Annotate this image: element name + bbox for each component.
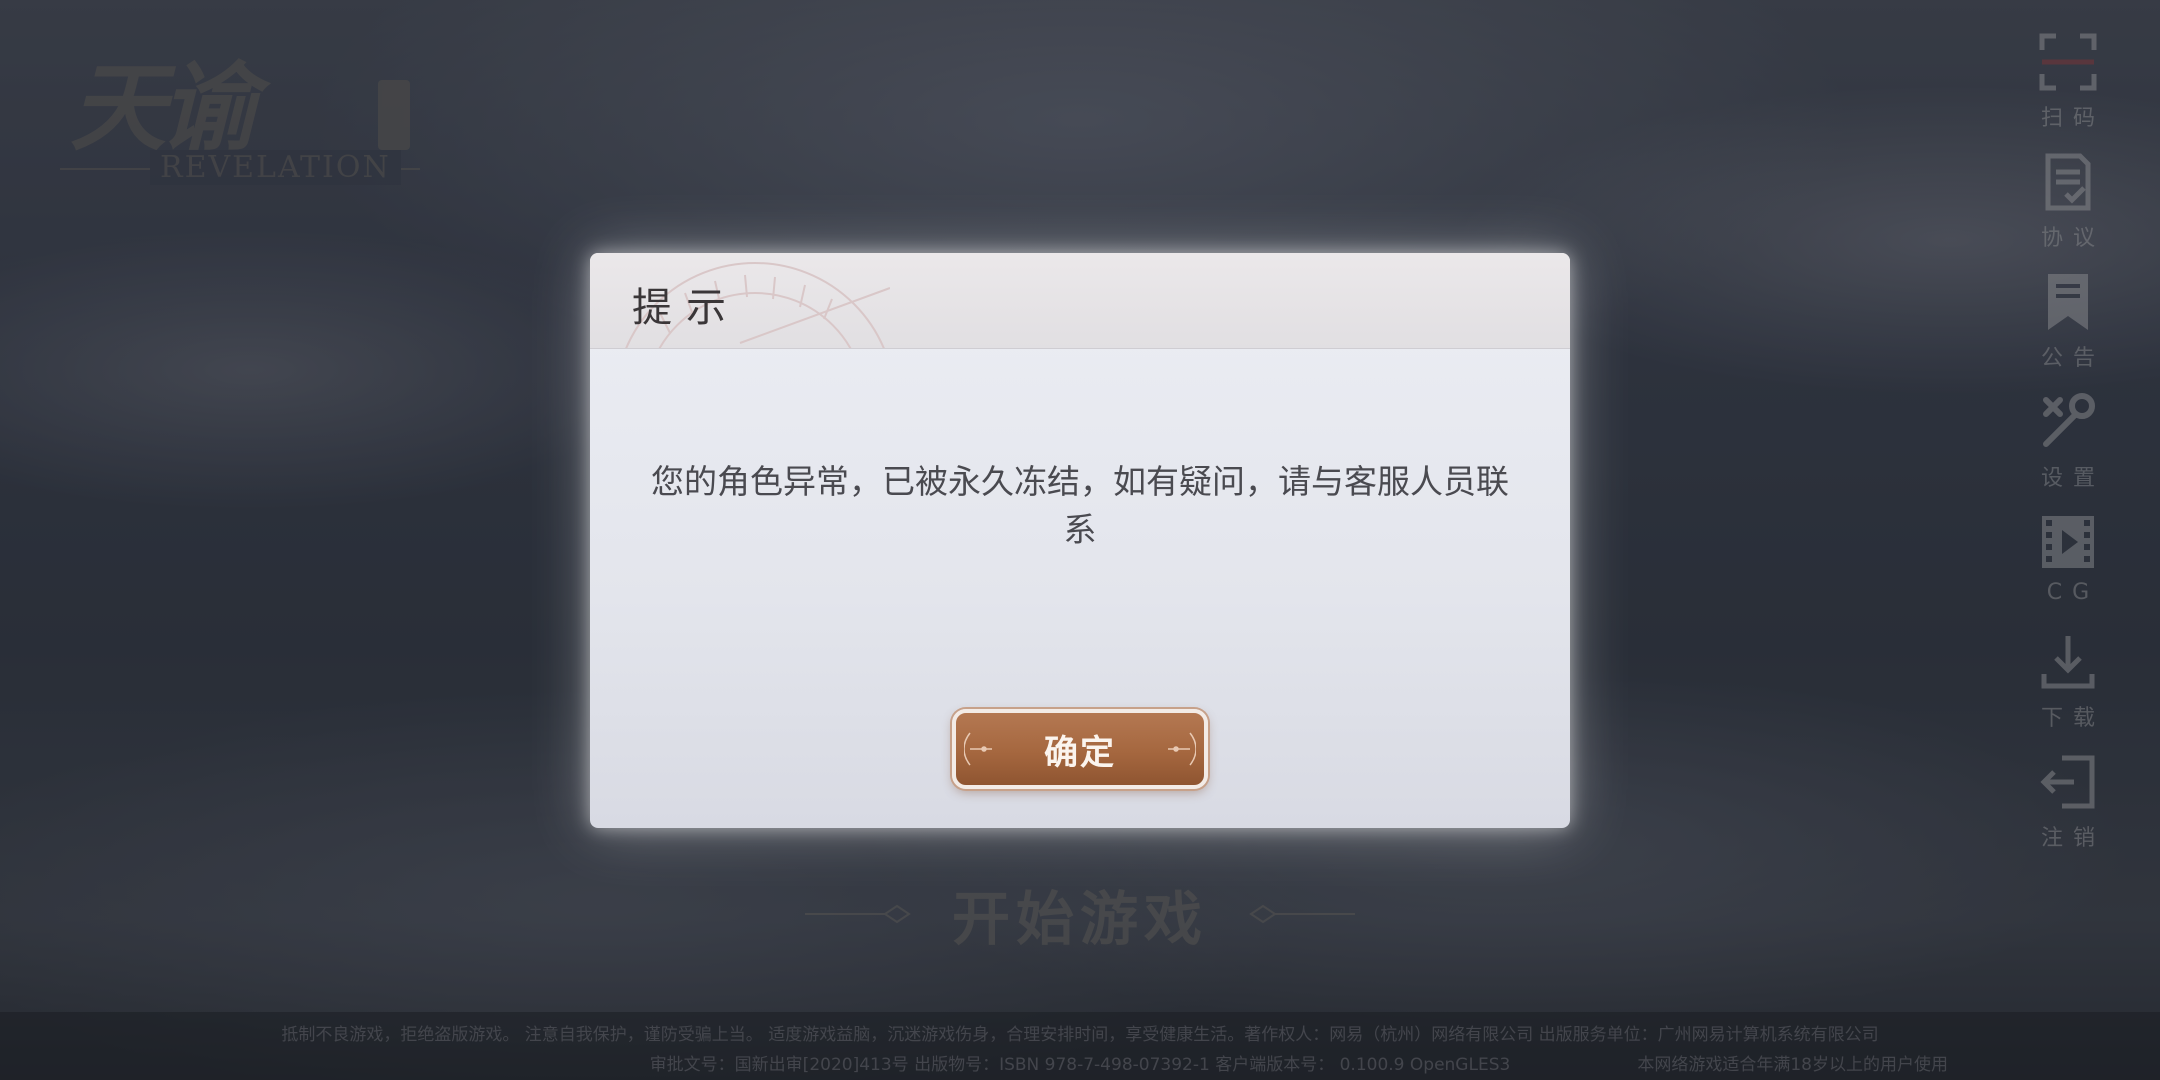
dialog-message: 您的角色异常，已被永久冻结，如有疑问，请与客服人员联系 xyxy=(651,462,1509,549)
confirm-button-label: 确定 xyxy=(1044,732,1116,773)
dialog-header: 提示 xyxy=(590,253,1570,349)
alert-dialog: 提示 您的角色异常，已被永久冻结，如有疑问，请与客服人员联系 确定 xyxy=(590,253,1570,828)
button-ornament-left-icon xyxy=(964,732,992,766)
dialog-title: 提示 xyxy=(632,285,740,331)
button-ornament-right-icon xyxy=(1168,732,1196,766)
confirm-button[interactable]: 确定 xyxy=(952,709,1208,789)
